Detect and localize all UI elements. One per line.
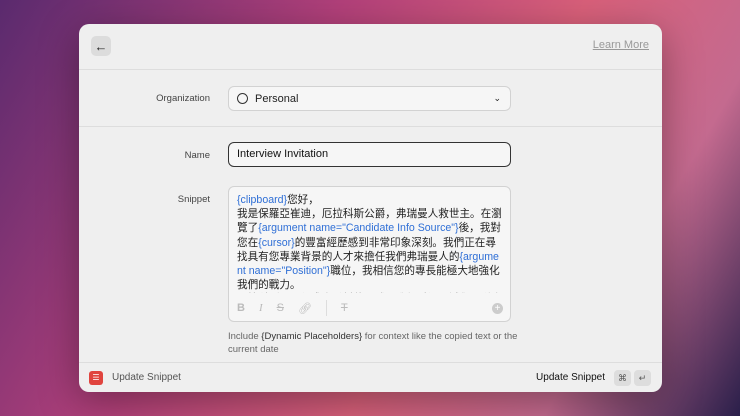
snippet-text-segment: 您好， xyxy=(287,194,319,206)
add-placeholder-icon[interactable]: + xyxy=(492,302,503,314)
snippet-text[interactable]: {clipboard}您好， 我是保羅亞崔迪，厄拉科斯公爵，弗瑞曼人救世主。在瀏覽… xyxy=(229,187,510,293)
snippet-label: Snippet xyxy=(177,194,210,205)
chevron-down-icon: ⌄ xyxy=(493,93,501,103)
person-circle-icon xyxy=(237,93,248,104)
organization-label: Organization xyxy=(156,93,210,104)
placeholder-hint: Include {Dynamic Placeholders} for conte… xyxy=(228,331,518,356)
snippet-window: ← Learn More Organization Personal ⌄ Nam… xyxy=(79,24,662,392)
learn-more-link[interactable]: Learn More xyxy=(593,39,649,51)
bold-icon[interactable]: B xyxy=(237,302,245,314)
name-input[interactable]: Interview Invitation xyxy=(228,142,511,167)
hint-text: Include xyxy=(228,331,262,342)
placeholder-token: {cursor} xyxy=(258,236,295,249)
placeholder-token: {clipboard} xyxy=(237,194,288,206)
italic-icon[interactable]: I xyxy=(259,302,263,314)
header: ← Learn More xyxy=(79,24,662,70)
placeholder-token: {argument name="Candidate Info Source"} xyxy=(258,222,459,235)
strikethrough-icon[interactable]: S xyxy=(277,302,284,314)
link-icon[interactable]: 🔗︎ xyxy=(298,302,312,315)
hint-placeholder: {Dynamic Placeholders} xyxy=(261,331,363,342)
snippet-editor[interactable]: {clipboard}您好， 我是保羅亞崔迪，厄拉科斯公爵，弗瑞曼人救世主。在瀏覽… xyxy=(228,186,511,322)
clear-format-icon[interactable]: T xyxy=(341,302,348,314)
toolbar-separator xyxy=(325,300,327,316)
organization-select[interactable]: Personal ⌄ xyxy=(228,86,511,111)
snippet-app-icon: ☰ xyxy=(89,370,103,385)
format-toolbar: B I S 🔗︎ T + xyxy=(229,295,510,321)
return-key-icon: ↵ xyxy=(634,369,651,386)
divider xyxy=(79,126,662,127)
footer: ☰ Update Snippet Update Snippet ⌘ ↵ xyxy=(79,362,662,392)
command-key-icon: ⌘ xyxy=(614,369,631,386)
footer-title: Update Snippet xyxy=(112,372,181,383)
arrow-left-icon: ← xyxy=(94,38,108,54)
update-snippet-button[interactable]: Update Snippet xyxy=(536,372,605,383)
name-label: Name xyxy=(184,150,210,161)
organization-value: Personal xyxy=(255,92,299,105)
back-button[interactable]: ← xyxy=(91,36,111,56)
